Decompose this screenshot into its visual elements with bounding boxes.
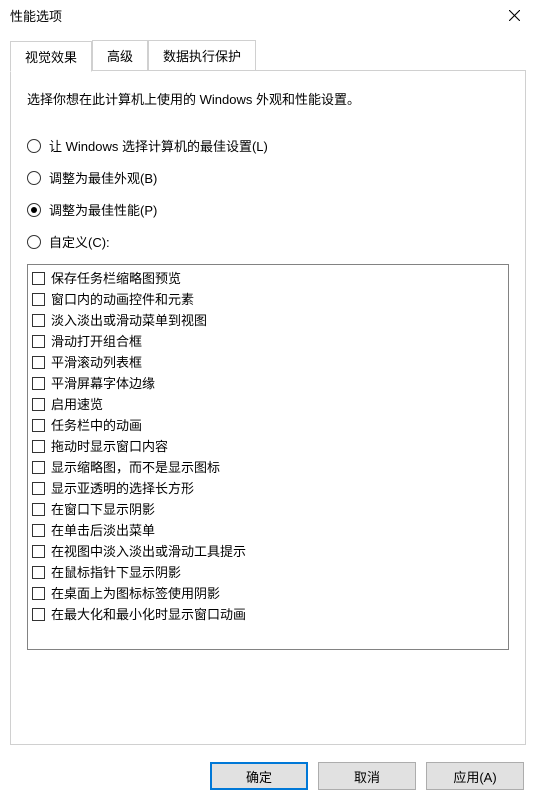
checklist-label: 平滑屏幕字体边缘 <box>51 375 155 393</box>
checklist-item[interactable]: 在单击后淡出菜单 <box>32 520 504 541</box>
checklist-item[interactable]: 在最大化和最小化时显示窗口动画 <box>32 604 504 625</box>
radio-best-performance[interactable]: 调整为最佳性能(P) <box>27 200 509 219</box>
tab-content: 选择你想在此计算机上使用的 Windows 外观和性能设置。 让 Windows… <box>10 71 526 745</box>
checkbox-icon <box>32 335 45 348</box>
checkbox-icon <box>32 377 45 390</box>
checklist-item[interactable]: 拖动时显示窗口内容 <box>32 436 504 457</box>
checklist-item[interactable]: 任务栏中的动画 <box>32 415 504 436</box>
checkbox-icon <box>32 503 45 516</box>
radio-icon <box>27 203 41 217</box>
radio-group: 让 Windows 选择计算机的最佳设置(L) 调整为最佳外观(B) 调整为最佳… <box>27 136 509 251</box>
checkbox-icon <box>32 398 45 411</box>
radio-label: 让 Windows 选择计算机的最佳设置(L) <box>49 136 268 155</box>
checklist-item[interactable]: 平滑屏幕字体边缘 <box>32 373 504 394</box>
checklist-label: 淡入淡出或滑动菜单到视图 <box>51 312 207 330</box>
radio-label: 调整为最佳外观(B) <box>49 168 157 187</box>
checklist-label: 显示亚透明的选择长方形 <box>51 480 194 498</box>
checkbox-icon <box>32 482 45 495</box>
window-title: 性能选项 <box>10 6 492 25</box>
radio-icon <box>27 171 41 185</box>
close-icon <box>509 10 520 21</box>
ok-button[interactable]: 确定 <box>210 762 308 790</box>
checkbox-icon <box>32 566 45 579</box>
checklist-item[interactable]: 平滑滚动列表框 <box>32 352 504 373</box>
checkbox-icon <box>32 461 45 474</box>
checklist-item[interactable]: 在鼠标指针下显示阴影 <box>32 562 504 583</box>
description-text: 选择你想在此计算机上使用的 Windows 外观和性能设置。 <box>27 89 509 108</box>
checklist-label: 在鼠标指针下显示阴影 <box>51 564 181 582</box>
radio-custom[interactable]: 自定义(C): <box>27 232 509 251</box>
radio-icon <box>27 139 41 153</box>
checklist-item[interactable]: 显示亚透明的选择长方形 <box>32 478 504 499</box>
checklist-label: 保存任务栏缩略图预览 <box>51 270 181 288</box>
checkbox-icon <box>32 293 45 306</box>
effects-checklist[interactable]: 保存任务栏缩略图预览窗口内的动画控件和元素淡入淡出或滑动菜单到视图滑动打开组合框… <box>27 264 509 650</box>
checkbox-icon <box>32 314 45 327</box>
radio-let-windows[interactable]: 让 Windows 选择计算机的最佳设置(L) <box>27 136 509 155</box>
checklist-item[interactable]: 淡入淡出或滑动菜单到视图 <box>32 310 504 331</box>
checkbox-icon <box>32 524 45 537</box>
radio-label: 调整为最佳性能(P) <box>49 200 157 219</box>
checkbox-icon <box>32 356 45 369</box>
checkbox-icon <box>32 419 45 432</box>
checklist-label: 任务栏中的动画 <box>51 417 142 435</box>
checkbox-icon <box>32 608 45 621</box>
checkbox-icon <box>32 587 45 600</box>
checklist-label: 在窗口下显示阴影 <box>51 501 155 519</box>
checklist-item[interactable]: 在窗口下显示阴影 <box>32 499 504 520</box>
tab-visual-effects[interactable]: 视觉效果 <box>10 41 92 72</box>
checklist-item[interactable]: 显示缩略图，而不是显示图标 <box>32 457 504 478</box>
cancel-button[interactable]: 取消 <box>318 762 416 790</box>
tab-advanced[interactable]: 高级 <box>92 40 148 71</box>
checkbox-icon <box>32 272 45 285</box>
tab-container: 视觉效果 高级 数据执行保护 选择你想在此计算机上使用的 Windows 外观和… <box>10 40 526 745</box>
checklist-label: 拖动时显示窗口内容 <box>51 438 168 456</box>
checklist-item[interactable]: 保存任务栏缩略图预览 <box>32 268 504 289</box>
checklist-label: 启用速览 <box>51 396 103 414</box>
dialog-button-row: 确定 取消 应用(A) <box>210 762 524 790</box>
checkbox-icon <box>32 545 45 558</box>
checklist-item[interactable]: 滑动打开组合框 <box>32 331 504 352</box>
radio-icon <box>27 235 41 249</box>
radio-best-appearance[interactable]: 调整为最佳外观(B) <box>27 168 509 187</box>
close-button[interactable] <box>492 0 536 32</box>
checklist-item[interactable]: 在视图中淡入淡出或滑动工具提示 <box>32 541 504 562</box>
checklist-label: 平滑滚动列表框 <box>51 354 142 372</box>
radio-label: 自定义(C): <box>49 232 110 251</box>
checklist-label: 在视图中淡入淡出或滑动工具提示 <box>51 543 246 561</box>
titlebar: 性能选项 <box>0 0 536 32</box>
checklist-label: 在单击后淡出菜单 <box>51 522 155 540</box>
tab-row: 视觉效果 高级 数据执行保护 <box>10 40 526 71</box>
checklist-item[interactable]: 在桌面上为图标标签使用阴影 <box>32 583 504 604</box>
checklist-item[interactable]: 启用速览 <box>32 394 504 415</box>
checklist-item[interactable]: 窗口内的动画控件和元素 <box>32 289 504 310</box>
checkbox-icon <box>32 440 45 453</box>
checklist-label: 滑动打开组合框 <box>51 333 142 351</box>
checklist-label: 在桌面上为图标标签使用阴影 <box>51 585 220 603</box>
apply-button[interactable]: 应用(A) <box>426 762 524 790</box>
checklist-label: 在最大化和最小化时显示窗口动画 <box>51 606 246 624</box>
tab-dep[interactable]: 数据执行保护 <box>148 40 256 71</box>
checklist-label: 显示缩略图，而不是显示图标 <box>51 459 220 477</box>
checklist-label: 窗口内的动画控件和元素 <box>51 291 194 309</box>
